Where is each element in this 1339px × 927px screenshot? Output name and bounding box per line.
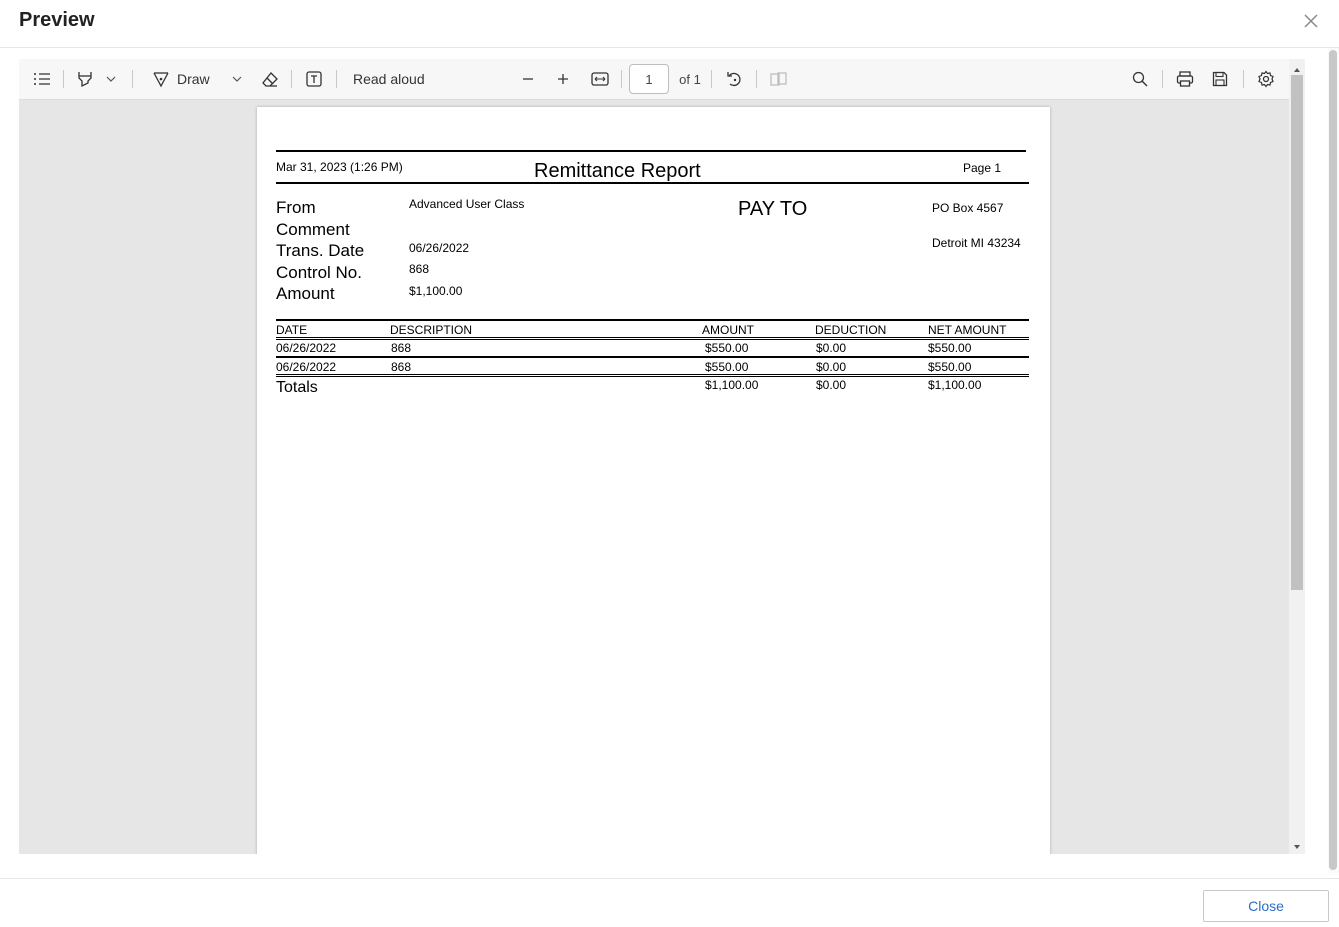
col-header-description: DESCRIPTION (390, 323, 473, 337)
page-number-input[interactable] (629, 64, 669, 94)
save-icon[interactable] (1209, 67, 1231, 91)
col-header-amount: AMOUNT (702, 323, 754, 337)
row-amount: $550.00 (705, 360, 749, 374)
totals-label: Totals (276, 379, 318, 396)
close-icon[interactable] (1300, 10, 1322, 32)
report-page: Mar 31, 2023 (1:26 PM) Remittance Report… (257, 107, 1050, 854)
highlighter-icon[interactable] (74, 67, 96, 91)
header-rule-top (276, 150, 1026, 152)
pdf-viewer: Draw Read aloud of 1 (19, 59, 1305, 854)
two-page-icon[interactable] (768, 67, 790, 91)
chevron-down-icon[interactable] (230, 67, 244, 91)
row-net-amount: $550.00 (928, 360, 972, 374)
row-amount: $550.00 (705, 341, 749, 355)
from-label: From (276, 198, 316, 217)
from-value: Advanced User Class (409, 197, 525, 211)
totals-rule-2 (276, 376, 1029, 377)
control-no-label: Control No. (276, 263, 362, 282)
pdf-toolbar: Draw Read aloud of 1 (19, 59, 1289, 100)
trans-date-label: Trans. Date (276, 241, 365, 260)
trans-date-value: 06/26/2022 (409, 241, 470, 255)
pen-icon[interactable] (150, 67, 172, 91)
scroll-up-icon[interactable] (1292, 62, 1302, 72)
dialog-scrollbar-thumb[interactable] (1329, 50, 1337, 870)
col-header-date: DATE (276, 323, 308, 337)
table-header-rule-1 (276, 337, 1029, 338)
control-no-value: 868 (409, 262, 430, 276)
pay-to-heading: PAY TO (738, 198, 808, 220)
col-header-deduction: DEDUCTION (815, 323, 887, 337)
page-label: Page 1 (963, 161, 1002, 175)
row-net-amount: $550.00 (928, 341, 972, 355)
table-header-rule-2 (276, 339, 1029, 340)
chevron-down-icon[interactable] (104, 67, 118, 91)
totals-net: $1,100.00 (928, 378, 982, 392)
dialog-header: Preview (0, 0, 1339, 48)
print-icon[interactable] (1174, 67, 1196, 91)
draw-button[interactable]: Draw (177, 67, 221, 91)
viewer-scrollbar-thumb[interactable] (1291, 75, 1303, 590)
totals-deduction: $0.00 (816, 378, 847, 392)
page-count: of 1 (675, 67, 705, 91)
minus-icon[interactable] (518, 67, 538, 91)
amount-value: $1,100.00 (409, 284, 463, 298)
report-title: Remittance Report (534, 160, 701, 182)
row-date: 06/26/2022 (276, 341, 337, 355)
table-row-rule (276, 356, 1029, 358)
draw-label: Draw (177, 71, 210, 87)
pay-to-line-2: Detroit MI 43234 (932, 236, 1021, 250)
eraser-icon[interactable] (259, 67, 281, 91)
dialog-title: Preview (19, 9, 95, 31)
header-rule-bottom (276, 182, 1029, 184)
text-box-icon[interactable] (303, 67, 325, 91)
col-header-net-amount: NET AMOUNT (928, 323, 1007, 337)
read-aloud-button[interactable]: Read aloud (353, 67, 443, 91)
row-description: 868 (391, 341, 412, 355)
search-icon[interactable] (1129, 67, 1151, 91)
row-deduction: $0.00 (816, 341, 847, 355)
table-rule-top (276, 319, 1029, 321)
row-date: 06/26/2022 (276, 360, 337, 374)
read-aloud-label: Read aloud (353, 71, 425, 87)
page-count-label: of 1 (679, 71, 701, 87)
totals-rule-1 (276, 374, 1029, 375)
row-description: 868 (391, 360, 412, 374)
report-timestamp: Mar 31, 2023 (1:26 PM) (276, 160, 403, 174)
list-icon[interactable] (31, 67, 53, 91)
dialog-footer: Close (0, 878, 1339, 927)
plus-icon[interactable] (553, 67, 573, 91)
fit-width-icon[interactable] (589, 67, 611, 91)
rotate-icon[interactable] (723, 67, 745, 91)
close-button[interactable]: Close (1203, 890, 1329, 922)
comment-label: Comment (276, 220, 350, 239)
scroll-down-icon[interactable] (1292, 839, 1302, 849)
row-deduction: $0.00 (816, 360, 847, 374)
gear-icon[interactable] (1255, 67, 1277, 91)
totals-amount: $1,100.00 (705, 378, 759, 392)
amount-label: Amount (276, 284, 335, 303)
pay-to-line-1: PO Box 4567 (932, 201, 1004, 215)
